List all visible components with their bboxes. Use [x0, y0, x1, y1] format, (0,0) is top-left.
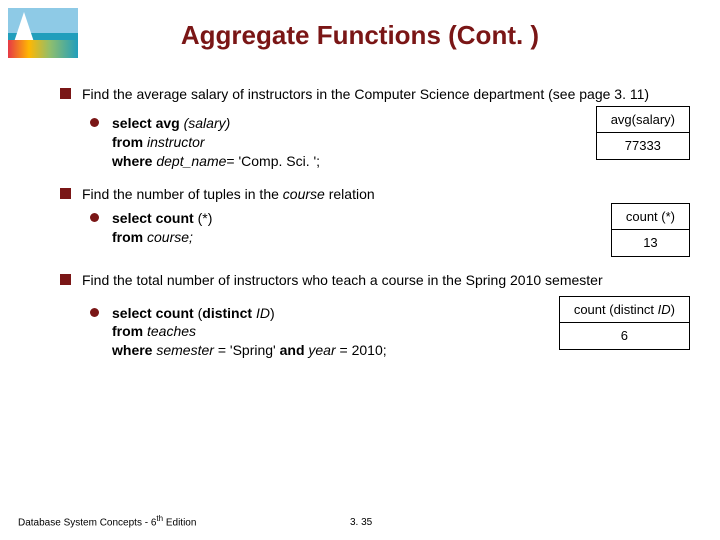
kw-select: select avg [112, 115, 184, 131]
arg: teaches [147, 323, 196, 339]
kw-from: from [112, 134, 147, 150]
query-text: select count (distinct ID) from teaches … [60, 300, 539, 361]
arg: = 'Spring' [218, 342, 280, 358]
arg: (salary) [184, 115, 231, 131]
kw-distinct: distinct [202, 305, 256, 321]
query-result-row: select count (distinct ID) from teaches … [60, 300, 690, 361]
arg: = 2010; [340, 342, 387, 358]
txt: ) [671, 302, 675, 317]
kw-select: select count [112, 305, 198, 321]
result-header: count (distinct ID) [559, 296, 689, 323]
txt: Database System Concepts - 6 [18, 517, 156, 528]
section-1: Find the average salary of instructors i… [60, 85, 690, 171]
query-text: Find the number of tuples in the course … [60, 185, 591, 248]
bullet-text: Find the average salary of instructors i… [60, 85, 690, 104]
arg: semester [156, 342, 217, 358]
slide: Aggregate Functions (Cont. ) Find the av… [0, 0, 720, 540]
txt: ID [658, 302, 671, 317]
content-area: Find the average salary of instructors i… [60, 85, 690, 374]
arg: = 'Comp. Sci. '; [226, 153, 320, 169]
result-table-3: count (distinct ID) 6 [559, 296, 690, 350]
arg: ) [270, 305, 275, 321]
kw-where: where [112, 342, 156, 358]
txt: relation [325, 186, 375, 202]
query-result-row: Find the number of tuples in the course … [60, 185, 690, 257]
kw-select: select count [112, 210, 198, 226]
result-header: count (*) [611, 203, 689, 230]
result-value: 77333 [596, 133, 689, 160]
txt: Find the number of tuples in the [82, 186, 283, 202]
section-3: Find the total number of instructors who… [60, 271, 690, 361]
section-2: Find the number of tuples in the course … [60, 185, 690, 257]
slide-title: Aggregate Functions (Cont. ) [0, 0, 720, 51]
txt: Edition [163, 517, 196, 528]
arg: instructor [147, 134, 205, 150]
sub-bullet: select count (distinct ID) from teaches … [90, 304, 539, 361]
arg: course; [147, 229, 193, 245]
kw-from: from [112, 323, 147, 339]
result-table-2: count (*) 13 [611, 203, 690, 257]
sub-bullet: select avg (salary) from instructor wher… [90, 114, 576, 171]
query-result-row: select avg (salary) from instructor wher… [60, 110, 690, 171]
query-text: select avg (salary) from instructor wher… [60, 110, 576, 171]
arg: year [308, 342, 339, 358]
arg: dept_name [156, 153, 226, 169]
page-number: 3. 35 [350, 517, 372, 528]
result-table-1: avg(salary) 77333 [596, 106, 690, 160]
logo-image [8, 8, 78, 58]
bullet-text: Find the number of tuples in the course … [60, 185, 591, 204]
kw-from: from [112, 229, 147, 245]
result-value: 6 [559, 323, 689, 350]
result-value: 13 [611, 230, 689, 257]
arg: (*) [198, 210, 213, 226]
sub-bullet: select count (*) from course; [90, 209, 591, 247]
bullet-text: Find the total number of instructors who… [60, 271, 690, 290]
footer-text: Database System Concepts - 6th Edition [18, 514, 196, 528]
arg: ID [256, 305, 270, 321]
kw-where: where [112, 153, 156, 169]
txt: count (distinct [574, 302, 658, 317]
txt: course [283, 186, 325, 202]
result-header: avg(salary) [596, 106, 689, 133]
kw-and: and [280, 342, 309, 358]
